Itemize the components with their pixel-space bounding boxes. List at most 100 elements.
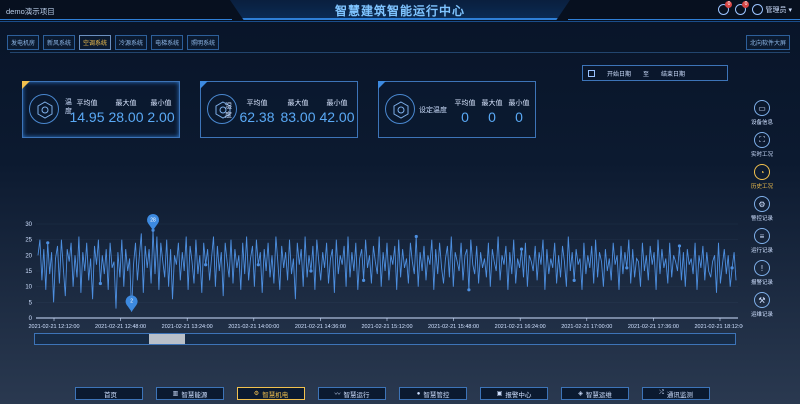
alarm-icon: ! xyxy=(754,260,770,276)
monitor-icon: ▭ xyxy=(754,100,770,116)
bottom-nav-item[interactable]: 〰智慧运行 xyxy=(318,387,386,400)
bottom-nav-item[interactable]: ◈ 智慧运维 xyxy=(561,387,629,400)
control-icon: ● xyxy=(416,390,421,397)
bottom-nav-label: 通讯监测 xyxy=(666,391,693,399)
bottom-nav-item[interactable]: ▥ 智慧能源 xyxy=(156,387,224,400)
user-name: 管理员 xyxy=(765,6,787,14)
project-name[interactable]: demo演示项目 xyxy=(6,6,55,17)
y-tick-label: 25 xyxy=(25,238,32,244)
bottom-nav-label: 智慧运行 xyxy=(343,391,370,399)
data-point[interactable] xyxy=(46,241,50,245)
user-menu[interactable]: 管理员 ▾ xyxy=(752,4,792,15)
control-icon: ⚙ xyxy=(754,196,770,212)
y-tick-label: 15 xyxy=(25,269,32,275)
bottom-nav-item[interactable]: ● 智慧管控 xyxy=(399,387,467,400)
min-label: 最小值 xyxy=(508,100,530,107)
chart-zoom-slider[interactable] xyxy=(34,333,736,345)
page-title: 智慧建筑智能运行中心 xyxy=(334,4,465,18)
data-point[interactable] xyxy=(256,263,260,267)
bell-icon[interactable]: 0 xyxy=(735,1,750,15)
system-tab[interactable]: 发电机房 xyxy=(7,35,40,50)
big-screen-button[interactable]: 北向软件大屏 xyxy=(745,35,790,50)
data-point[interactable] xyxy=(309,269,313,273)
side-nav-item[interactable]: ! 报警记录 xyxy=(744,260,780,292)
min-label: 最小值 xyxy=(150,100,172,107)
data-point[interactable] xyxy=(414,234,418,239)
message-icon[interactable]: 0 xyxy=(718,1,733,15)
system-tab[interactable]: 新风系统 xyxy=(43,35,76,50)
bottom-nav-item[interactable]: ⚙ 智慧机电 xyxy=(237,387,305,400)
history-line-chart: 0 5 10 15 20 25 30 2021-02-21 12:12:00 2021-02-2… xyxy=(25,213,743,330)
side-nav-item[interactable]: ⛶ 实时工况 xyxy=(744,132,780,164)
x-tick-label: 2021-02-21 17:00:00 xyxy=(561,324,612,330)
card-label-line: 湿 xyxy=(225,103,232,110)
data-point[interactable] xyxy=(467,288,471,292)
x-tick-label: 2021-02-21 13:24:00 xyxy=(162,324,213,330)
bottom-nav-item[interactable]: 首页 xyxy=(75,387,143,400)
max-label: 最大值 xyxy=(115,100,137,107)
x-tick-label: 2021-02-21 18:12:00 xyxy=(694,324,743,330)
x-tick-label: 2021-02-21 14:00:00 xyxy=(228,324,279,330)
side-nav-item[interactable]: ▭ 设备信息 xyxy=(744,100,780,132)
data-point[interactable] xyxy=(677,244,682,248)
card-label-line: 度 xyxy=(225,112,232,119)
card-corner xyxy=(378,81,386,89)
date-range-picker[interactable]: 开始日期 至 结束日期 xyxy=(582,65,728,81)
bottom-nav-item[interactable]: ⤮ 通讯监测 xyxy=(642,387,710,400)
y-tick-label: 0 xyxy=(29,316,33,322)
x-tick-label: 2021-02-21 12:12:00 xyxy=(28,324,79,330)
data-point[interactable] xyxy=(519,247,524,251)
x-tick-label: 2021-02-21 14:36:00 xyxy=(295,324,346,330)
avg-label: 平均值 xyxy=(76,100,98,107)
bottom-nav-label: 智慧能源 xyxy=(181,391,208,399)
bottom-nav-label: 智慧管控 xyxy=(423,391,450,399)
history-icon: ◔ xyxy=(754,164,770,180)
date-separator: 至 xyxy=(643,71,650,78)
min-value: 42.00 xyxy=(319,109,355,125)
min-label: 最小值 xyxy=(326,100,348,107)
system-tab[interactable]: 空调系统 xyxy=(79,35,112,50)
zoom-slider-handle[interactable] xyxy=(149,334,185,344)
temperature-card[interactable]: 温 度 平均值 14.95 最大值 28.00 最小值 2.00 xyxy=(22,81,180,138)
data-point[interactable] xyxy=(362,278,366,282)
run-log-icon: ≡ xyxy=(754,228,770,244)
sensor-icon xyxy=(207,94,237,124)
bottom-nav-label: 智慧机电 xyxy=(262,391,289,399)
bottom-nav-label: 首页 xyxy=(104,391,117,399)
data-point[interactable] xyxy=(730,266,734,270)
setpoint-card[interactable]: 设定温度 平均值 0 最大值 0 最小值 0 xyxy=(378,81,536,138)
max-value: 28.00 xyxy=(108,109,144,125)
humidity-card[interactable]: 湿 度 平均值 62.38 最大值 83.00 最小值 42.00 xyxy=(200,81,358,138)
bottom-nav-label: 智慧运维 xyxy=(585,391,612,399)
data-point[interactable] xyxy=(98,281,102,286)
avg-value: 62.38 xyxy=(239,109,275,125)
side-nav-label: 报警记录 xyxy=(750,280,773,286)
side-nav-item[interactable]: ≡ 运行记录 xyxy=(744,228,780,260)
x-tick-label: 2021-02-21 16:24:00 xyxy=(495,324,546,330)
card-label-line: 设定温度 xyxy=(419,107,447,114)
min-value: 2.00 xyxy=(147,109,175,125)
side-nav: ▭ 设备信息 ⛶ 实时工况 ◔ 历史工况 ⚙ 警控记录 ≡ 运行记录! 报警记录 ⚒ 运维记录 xyxy=(744,100,780,324)
avg-value: 0 xyxy=(461,109,469,125)
data-point[interactable] xyxy=(572,278,576,282)
side-nav-label: 历史工况 xyxy=(750,184,773,190)
realtime-icon: ⛶ xyxy=(754,132,770,148)
system-tab[interactable]: 冷源系统 xyxy=(115,35,148,50)
side-nav-item[interactable]: ◔ 历史工况 xyxy=(744,164,780,196)
end-date-input[interactable]: 结束日期 xyxy=(661,69,685,78)
y-tick-label: 30 xyxy=(25,222,32,228)
sensor-icon xyxy=(385,94,415,124)
data-point[interactable] xyxy=(204,263,208,267)
system-tab[interactable]: 电梯系统 xyxy=(151,35,184,50)
side-nav-item[interactable]: ⚙ 警控记录 xyxy=(744,196,780,228)
side-nav-item[interactable]: ⚒ 运维记录 xyxy=(744,292,780,324)
data-point[interactable] xyxy=(625,266,629,270)
side-nav-label: 警控记录 xyxy=(750,216,773,222)
sensor-icon xyxy=(29,94,59,124)
max-value: 0 xyxy=(488,109,496,125)
bottom-nav-item[interactable]: ▣ 报警中心 xyxy=(480,387,548,400)
start-date-input[interactable]: 开始日期 xyxy=(607,69,631,78)
side-nav-label: 运行记录 xyxy=(750,248,773,254)
system-tab[interactable]: 照明系统 xyxy=(187,35,220,50)
mech-icon: ⚙ xyxy=(253,391,260,397)
